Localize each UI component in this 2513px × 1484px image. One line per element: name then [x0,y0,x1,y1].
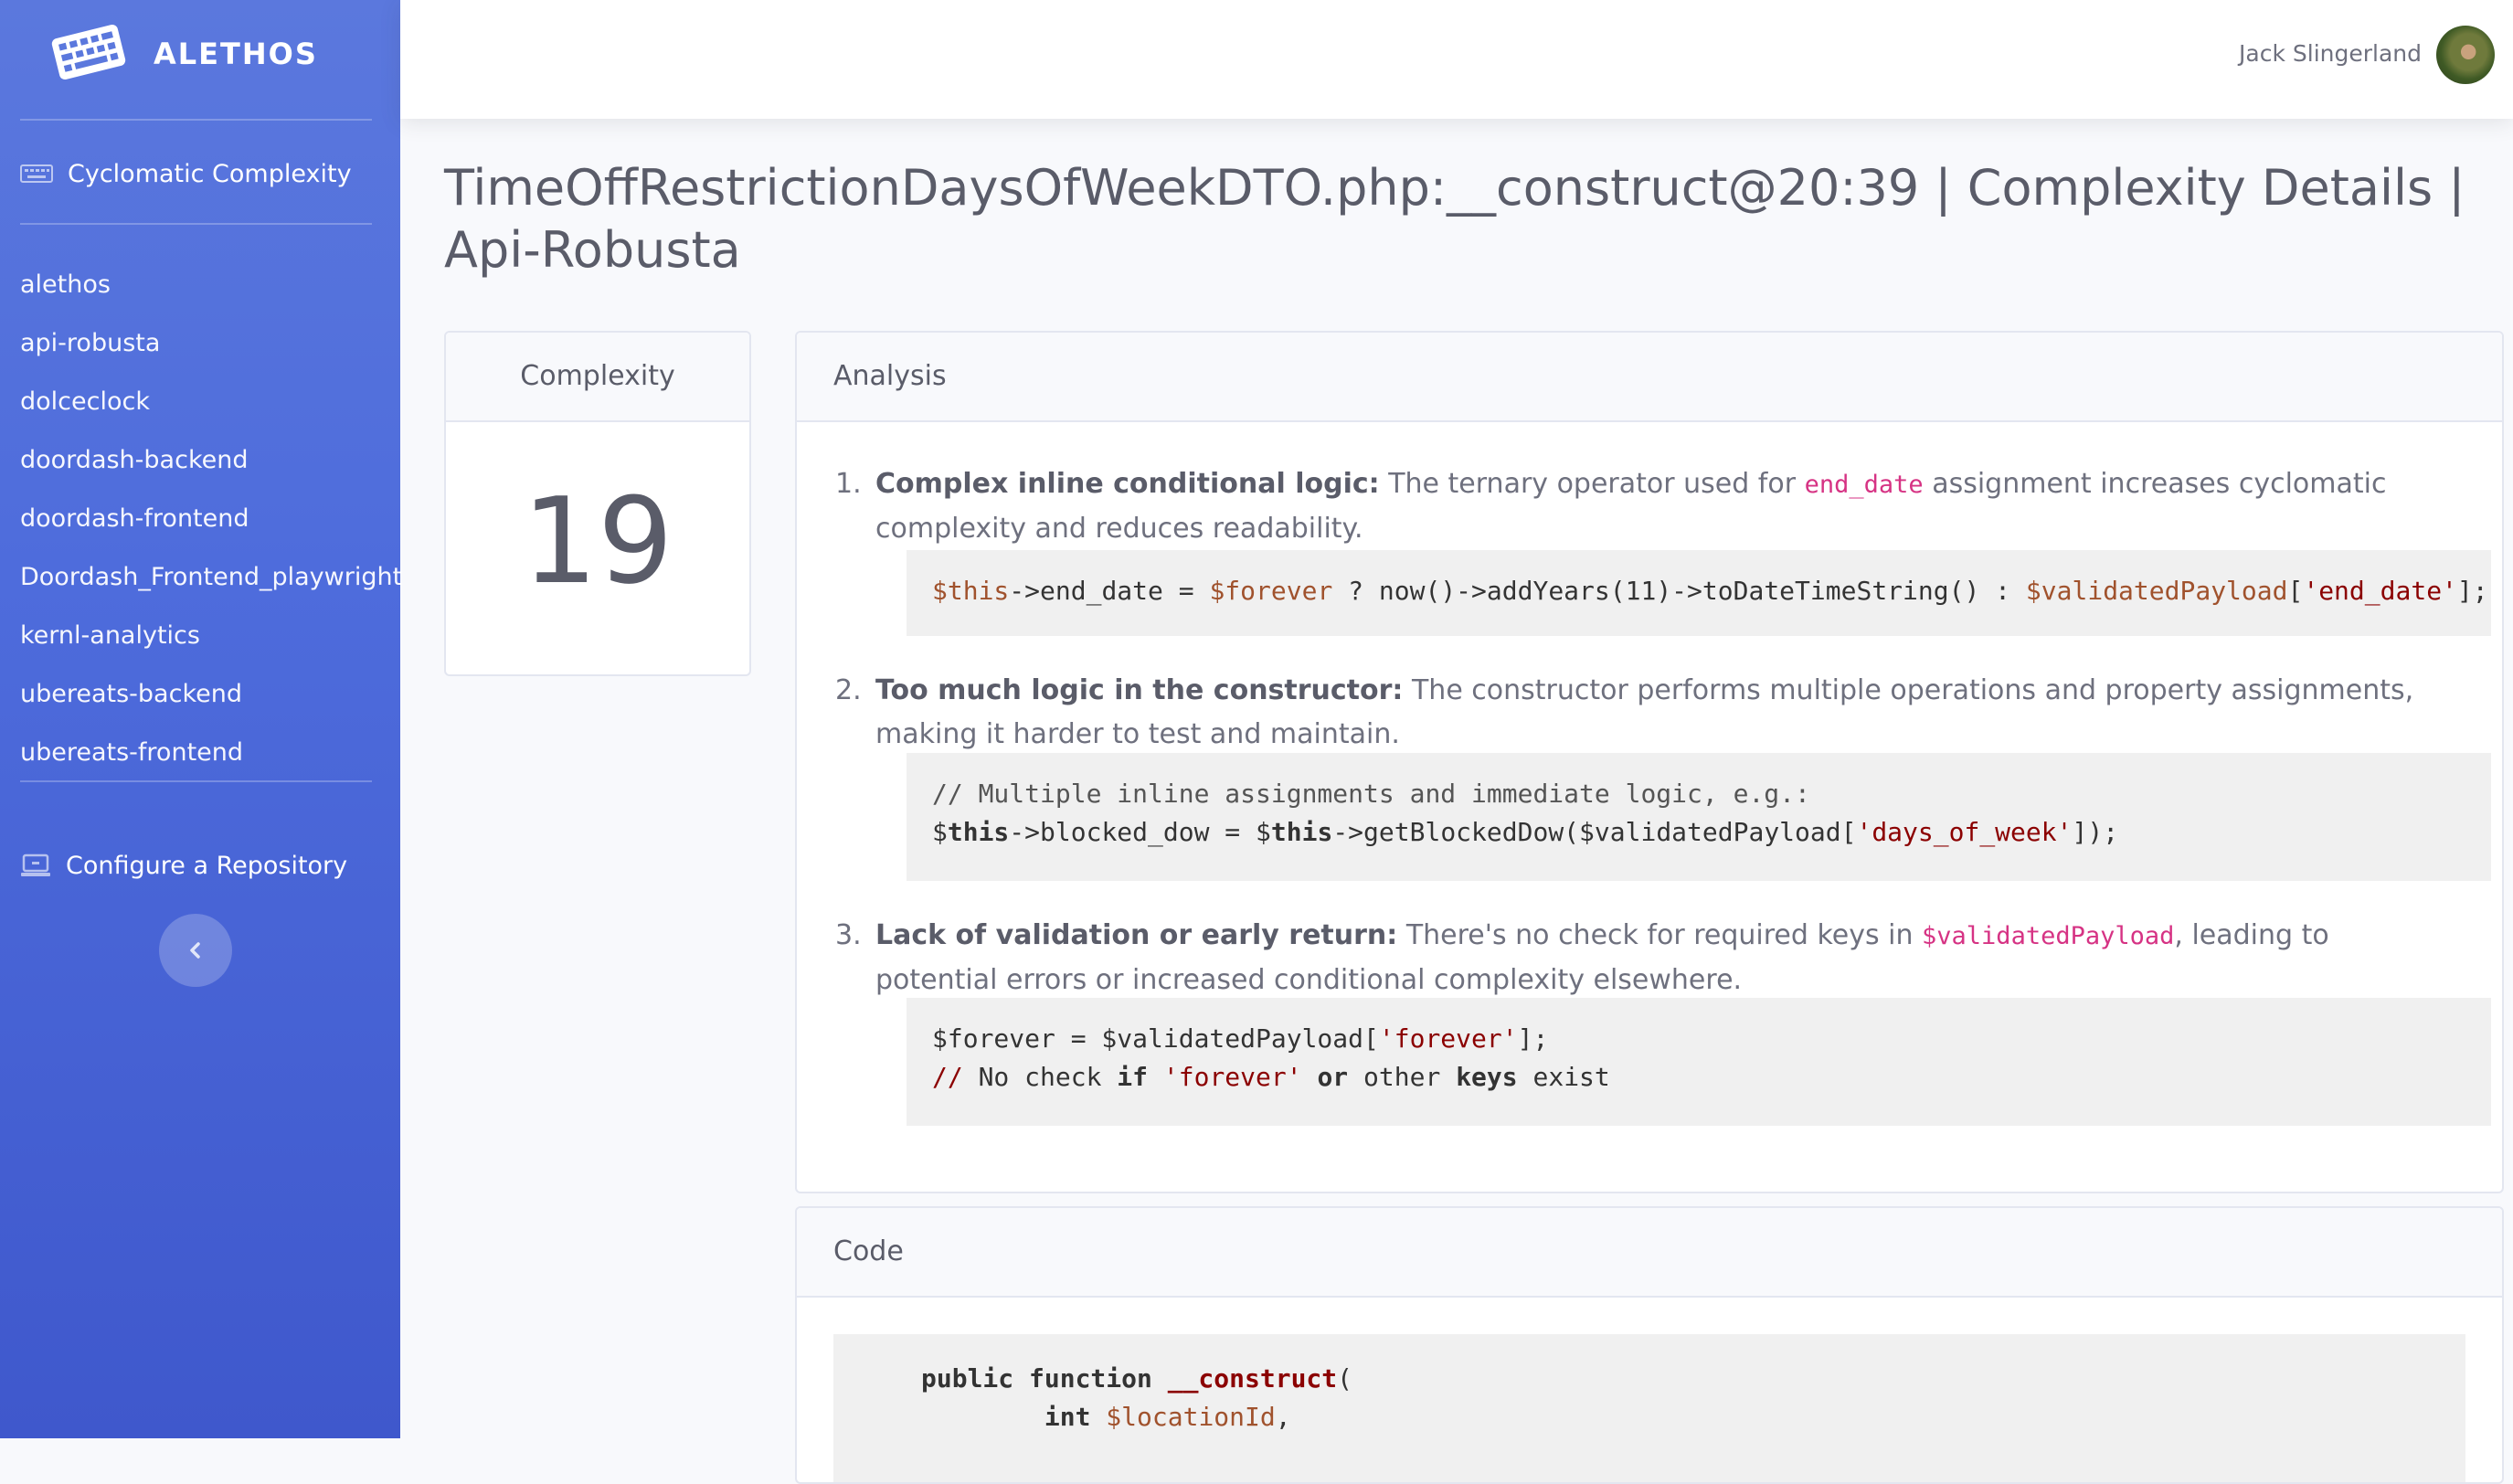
code-snippet-3: $forever = $validatedPayload['forever'];… [907,998,2491,1126]
code-token: keys [1456,1062,1518,1092]
item-number: 1. [835,468,862,500]
code-token: , [1275,1402,1291,1432]
code-token: $validatedPayload [2025,576,2288,606]
nav-heading-label: Cyclomatic Complexity [68,159,352,188]
brand-name: ALETHOS [154,37,318,71]
code-token: 'end_date' [2303,576,2457,606]
inline-code: end_date [1804,471,1924,499]
configure-repository-link[interactable]: Configure a Repository [20,845,347,885]
item-text: The ternary operator used for [1379,468,1805,500]
sidebar-item-doordash-frontend-playwright[interactable]: Doordash_Frontend_playwright [20,557,402,616]
complexity-card-header: Complexity [446,333,749,422]
code-token: No check [962,1062,1118,1092]
code-token: $ [932,817,948,847]
item-title: Lack of validation or early return: [875,919,1398,951]
code-token: ->getBlockedDow($validatedPayload[ [1332,817,1857,847]
repo-list: alethos api-robusta dolceclock doordash-… [20,265,402,791]
sidebar-item-api-robusta[interactable]: api-robusta [20,323,402,382]
code-comment: // Multiple inline assignments and immed… [932,779,1810,809]
code-token: this [1270,817,1333,847]
page-title: TimeOffRestrictionDaysOfWeekDTO.php:__co… [444,159,2465,279]
code-snippet-2: // Multiple inline assignments and immed… [907,753,2491,881]
analysis-item: 2. Too much logic in the constructor: Th… [835,669,2447,757]
analysis-card: Analysis 1. Complex inline conditional l… [795,331,2504,1193]
sidebar-item-doordash-backend[interactable]: doordash-backend [20,440,402,499]
code-card: Code public function __construct( int $l… [795,1206,2504,1484]
code-token: ]; [2456,576,2488,606]
code-token: ( [1337,1363,1353,1394]
code-token: public function [921,1363,1168,1394]
sidebar-divider [20,780,372,782]
avatar[interactable] [2436,26,2495,84]
sidebar-item-ubereats-backend[interactable]: ubereats-backend [20,674,402,733]
item-title: Complex inline conditional logic: [875,468,1380,500]
code-token: $this [932,576,1010,606]
chevron-left-icon [190,942,200,959]
configure-label: Configure a Repository [66,851,348,880]
complexity-card: Complexity 19 [444,331,751,676]
analysis-card-header: Analysis [797,333,2502,422]
code-token: exist [1517,1062,1610,1092]
sidebar-item-dolceclock[interactable]: dolceclock [20,382,402,440]
code-card-header: Code [797,1208,2502,1298]
code-token: ->end_date = [1009,576,1210,606]
code-token: if [1117,1062,1149,1092]
keyboard-icon [20,164,53,183]
complexity-value: 19 [522,472,673,610]
sidebar-item-kernl-analytics[interactable]: kernl-analytics [20,616,402,674]
code-token: __construct [1167,1363,1338,1394]
code-token: ->blocked_dow = $ [1009,817,1271,847]
analysis-item: 1. Complex inline conditional logic: The… [835,462,2447,551]
code-token: ]); [2072,817,2119,847]
brand[interactable]: ALETHOS [0,0,400,119]
sidebar-item-ubereats-frontend[interactable]: ubereats-frontend [20,733,402,791]
code-token: [ [2287,576,2304,606]
analysis-item: 3. Lack of validation or early return: T… [835,914,2447,1002]
user-name[interactable]: Jack Slingerland [2239,40,2422,67]
code-token: 'days_of_week' [1856,817,2073,847]
code-token: or [1317,1062,1349,1092]
item-title: Too much logic in the constructor: [875,674,1404,706]
code-token: $forever [1209,576,1333,606]
laptop-icon [21,853,50,876]
code-snippet-1: $this->end_date = $forever ? now()->addY… [907,550,2491,636]
source-code-block: public function __construct( int $locati… [833,1334,2465,1482]
item-text: There's no check for required keys in [1397,919,1923,951]
nav-cyclomatic-complexity[interactable]: Cyclomatic Complexity [20,155,352,192]
sidebar-toggle-button[interactable] [159,914,232,987]
sidebar: ALETHOS Cyclomatic Complexity alethos ap… [0,0,402,1438]
code-token: $locationId [1106,1402,1276,1432]
sidebar-item-alethos[interactable]: alethos [20,265,402,323]
keyboard-logo-icon [51,25,126,80]
sidebar-item-doordash-frontend[interactable]: doordash-frontend [20,499,402,557]
code-token: 'forever' [1162,1062,1302,1092]
item-number: 2. [835,674,862,706]
code-token: $forever = $validatedPayload[ [932,1023,1379,1054]
item-number: 3. [835,919,862,951]
code-token: 'forever' [1378,1023,1518,1054]
code-token: ]; [1517,1023,1549,1054]
inline-code: $validatedPayload [1922,922,2175,950]
code-token: // [932,1062,963,1092]
sidebar-divider [20,119,372,121]
topbar: Jack Slingerland [400,0,2513,119]
code-token: int [1044,1402,1107,1432]
code-token: other [1348,1062,1457,1092]
code-token: ? now()->addYears(11)->toDateTimeString(… [1332,576,2026,606]
sidebar-divider [20,223,372,225]
code-token: this [947,817,1010,847]
